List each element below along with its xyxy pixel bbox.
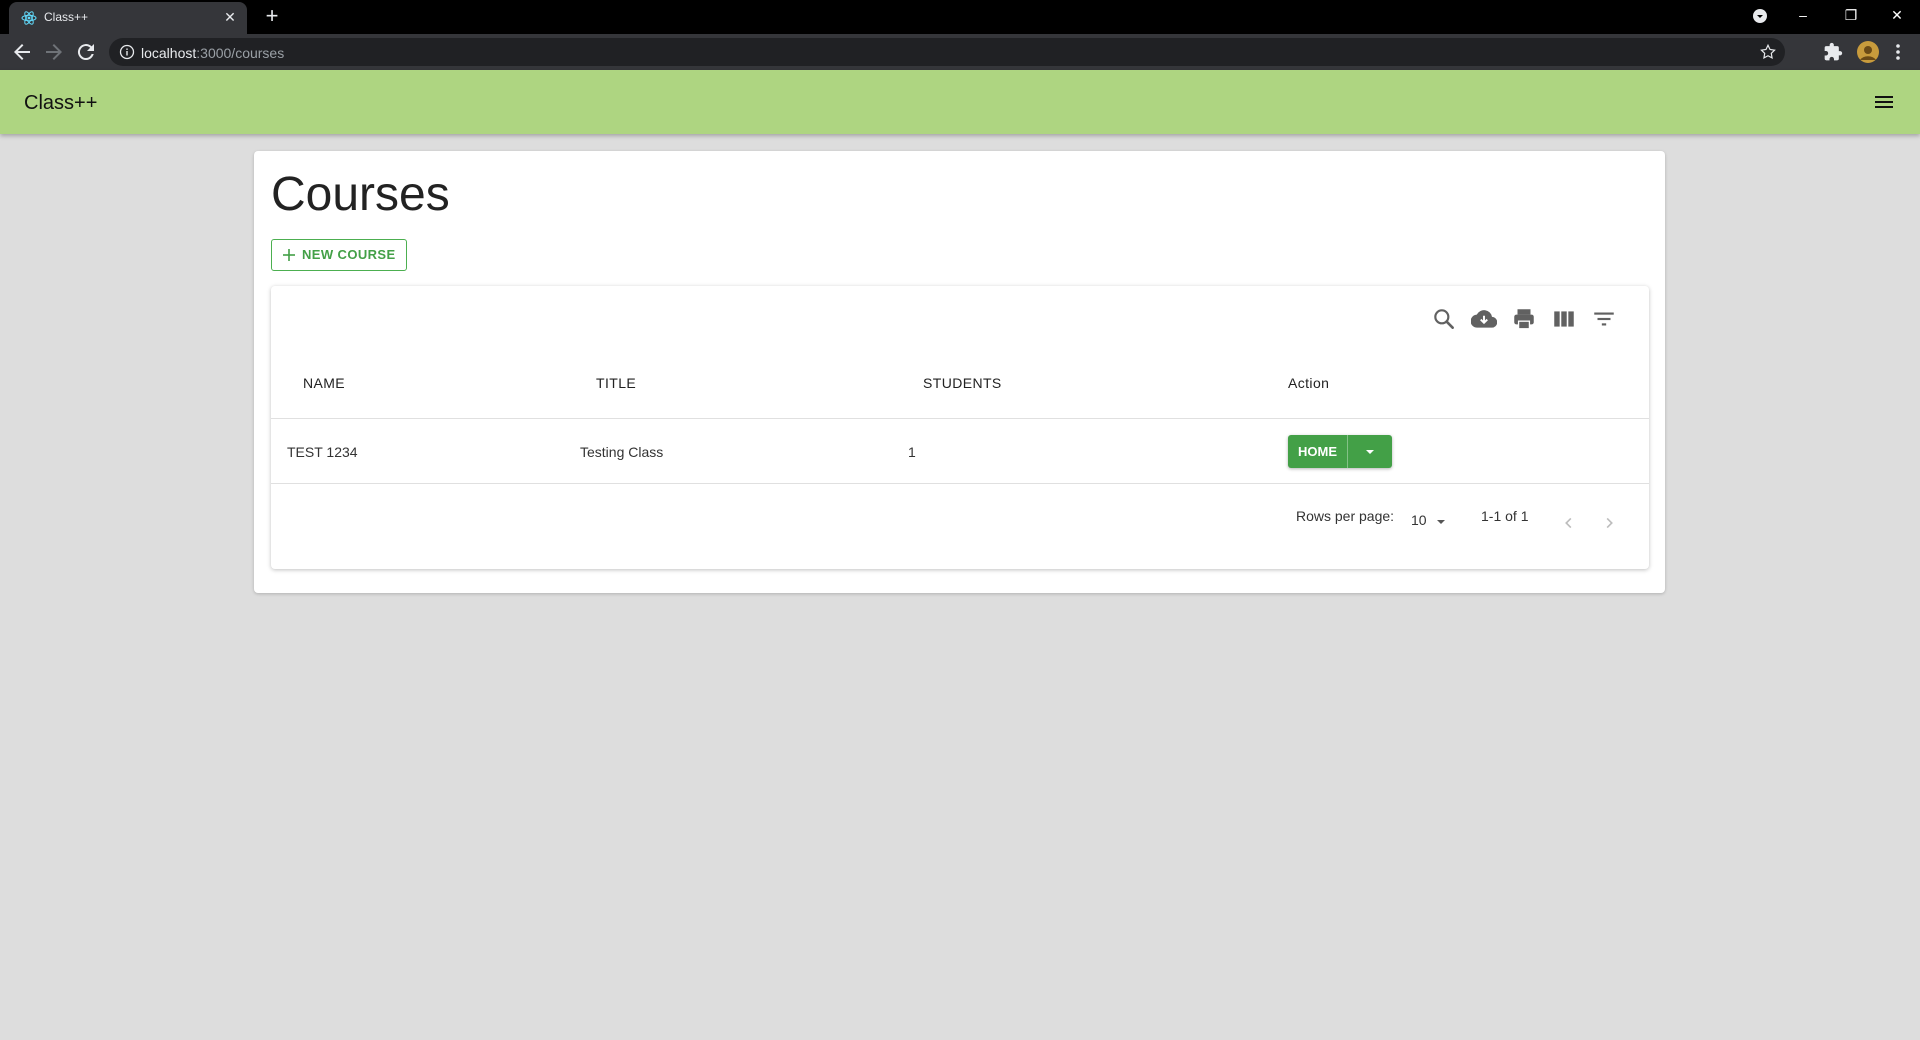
reload-icon[interactable] — [74, 40, 98, 64]
browser-tab[interactable]: Class++ ✕ — [9, 2, 247, 34]
column-header-title[interactable]: TITLE — [596, 375, 636, 391]
tab-close-icon[interactable]: ✕ — [221, 8, 239, 26]
cell-students: 1 — [908, 444, 916, 460]
download-icon[interactable] — [1471, 306, 1497, 332]
search-icon[interactable] — [1431, 306, 1457, 332]
address-bar[interactable]: localhost:3000/courses — [109, 38, 1785, 66]
site-info-icon[interactable] — [119, 44, 135, 60]
previous-page-icon[interactable] — [1558, 512, 1580, 534]
courses-card: Courses NEW COURSE NAME TITLE STUDENTS A… — [254, 151, 1665, 593]
minimize-button[interactable]: – — [1780, 0, 1826, 30]
back-arrow-icon[interactable] — [10, 40, 34, 64]
cell-name: TEST 1234 — [287, 444, 358, 460]
print-icon[interactable] — [1511, 306, 1537, 332]
url-text[interactable]: localhost:3000/courses — [141, 45, 284, 61]
new-course-button[interactable]: NEW COURSE — [271, 239, 407, 271]
page-title: Courses — [271, 168, 450, 221]
plus-icon — [283, 249, 295, 261]
view-columns-icon[interactable] — [1551, 306, 1577, 332]
url-host: localhost — [141, 45, 197, 61]
pagination-range: 1-1 of 1 — [1481, 508, 1529, 524]
cell-title: Testing Class — [580, 444, 664, 460]
close-window-button[interactable]: ✕ — [1874, 0, 1920, 30]
home-split-button: HOME — [1288, 435, 1392, 468]
extensions-puzzle-icon[interactable] — [1823, 42, 1843, 62]
hamburger-menu-icon[interactable] — [1872, 90, 1896, 114]
app-brand[interactable]: Class++ — [24, 92, 97, 115]
url-path: :3000/courses — [196, 45, 285, 61]
column-header-action: Action — [1288, 375, 1330, 391]
rows-per-page-label: Rows per page: — [1296, 508, 1395, 524]
restore-button[interactable]: ❐ — [1828, 0, 1874, 30]
browser-tab-title: Class++ — [44, 10, 89, 24]
next-page-icon[interactable] — [1598, 512, 1620, 534]
bookmark-star-icon[interactable] — [1759, 43, 1777, 61]
filter-icon[interactable] — [1591, 306, 1617, 332]
browser-menu-icon[interactable] — [1890, 42, 1906, 62]
row-divider — [271, 483, 1649, 484]
header-divider — [271, 418, 1649, 419]
browser-tab-strip: Class++ ✕ + – ❐ ✕ — [0, 0, 1920, 34]
profile-download-icon[interactable] — [1752, 8, 1768, 24]
home-dropdown-button[interactable] — [1348, 435, 1392, 468]
react-favicon-icon — [21, 11, 37, 25]
app-bar: Class++ — [0, 70, 1920, 134]
new-tab-button[interactable]: + — [260, 5, 284, 29]
browser-toolbar: localhost:3000/courses — [0, 34, 1920, 70]
courses-table: NAME TITLE STUDENTS Action TEST 1234 Tes… — [271, 286, 1649, 569]
rows-per-page-value: 10 — [1411, 512, 1427, 528]
caret-down-icon — [1366, 450, 1374, 454]
chevron-down-icon — [1437, 520, 1445, 524]
new-course-label: NEW COURSE — [302, 247, 396, 262]
profile-avatar-icon[interactable] — [1856, 40, 1880, 64]
home-button[interactable]: HOME — [1288, 435, 1348, 468]
rows-per-page-select[interactable]: 10 — [1411, 512, 1451, 532]
forward-arrow-icon[interactable] — [42, 40, 66, 64]
column-header-students[interactable]: STUDENTS — [923, 375, 1002, 391]
column-header-name[interactable]: NAME — [303, 375, 345, 391]
